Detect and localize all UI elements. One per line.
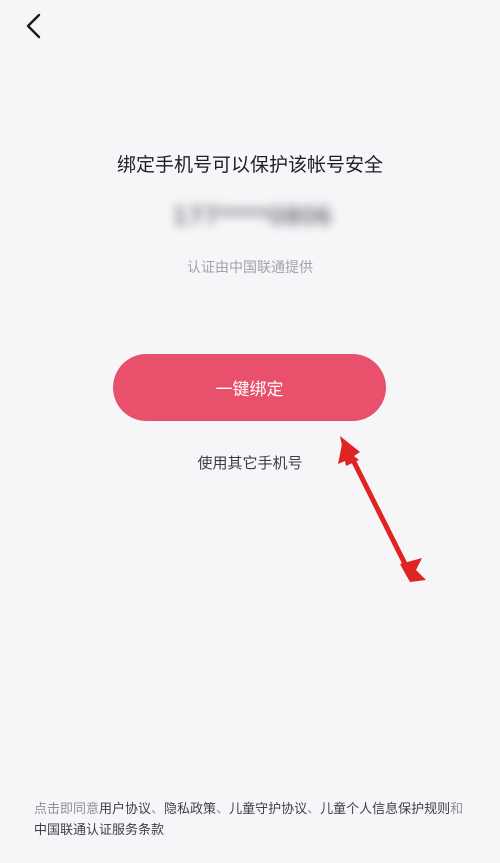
agreement-separator: 、 (216, 802, 230, 817)
unicom-terms-link[interactable]: 中国联通认证服务条款 (34, 823, 164, 838)
agreement-and: 和 (450, 802, 464, 817)
user-agreement-link[interactable]: 用户协议 (99, 802, 151, 817)
page-title: 绑定手机号可以保护该帐号安全 (116, 154, 383, 176)
phone-number-text: 177****0806 (172, 204, 333, 230)
agreement-text: 点击即同意用户协议、隐私政策、儿童守护协议、儿童个人信息保护规则和中国联通认证服… (34, 799, 470, 841)
one-click-bind-button[interactable]: 一键绑定 (113, 354, 386, 421)
provider-note: 认证由中国联通提供 (187, 260, 313, 276)
back-button[interactable] (18, 10, 50, 42)
child-protection-agreement-link[interactable]: 儿童守护协议 (229, 802, 307, 817)
chevron-left-icon (26, 13, 41, 39)
agreement-separator: 、 (151, 802, 165, 817)
child-info-rules-link[interactable]: 儿童个人信息保护规则 (320, 802, 450, 817)
agreement-prefix: 点击即同意 (34, 802, 100, 817)
privacy-policy-link[interactable]: 隐私政策 (164, 802, 216, 817)
red-arrow-icon (338, 436, 426, 582)
masked-phone-number: 177****0806 (145, 196, 360, 238)
agreement-separator: 、 (307, 802, 321, 817)
